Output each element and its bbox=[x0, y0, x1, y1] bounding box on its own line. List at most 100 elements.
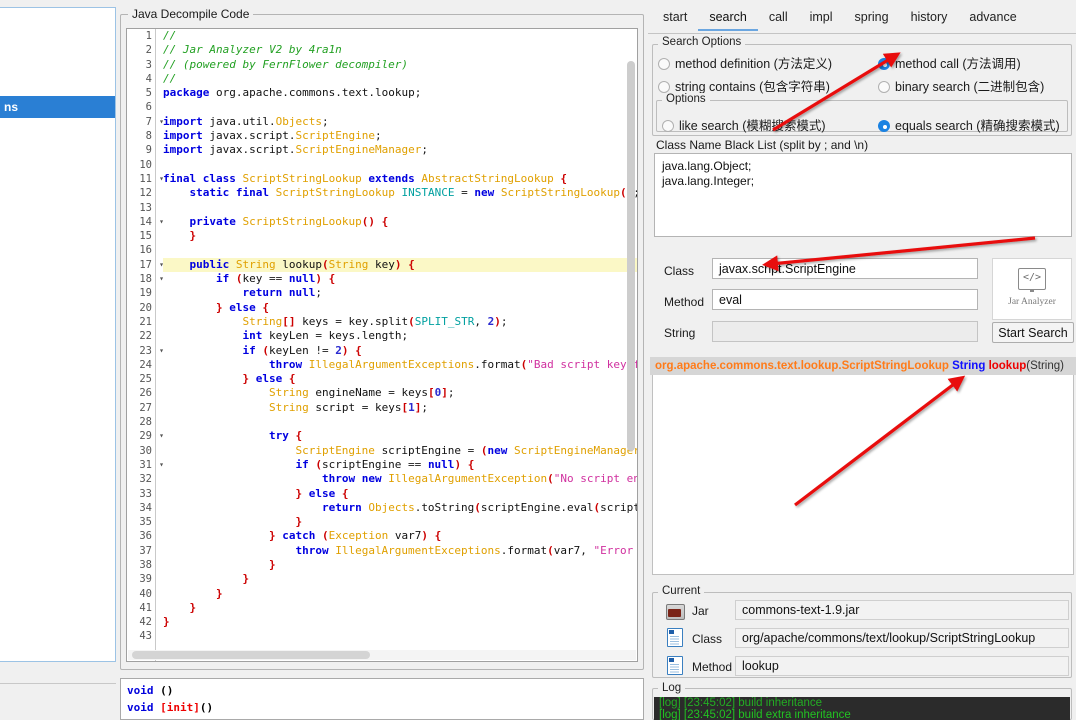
radio-method-call[interactable]: method call (方法调用) bbox=[878, 53, 1021, 72]
method-signature-list[interactable]: void () void [init]() bbox=[120, 678, 644, 720]
radio-label: equals search (精确搜索模式) bbox=[895, 119, 1060, 133]
code-line[interactable]: String script = keys[1]; bbox=[163, 401, 637, 415]
list-item[interactable] bbox=[0, 30, 115, 52]
code-vertical-scroll-thumb[interactable] bbox=[627, 61, 635, 451]
code-line[interactable]: if (keyLen != 2) { bbox=[163, 344, 637, 358]
code-line[interactable]: } catch (Exception var7) { bbox=[163, 529, 637, 543]
code-line[interactable]: throw IllegalArgumentExceptions.format(v… bbox=[163, 544, 637, 558]
log-output[interactable]: [log] [23:45:02] build inheritance [log]… bbox=[654, 697, 1070, 720]
tab-history[interactable]: history bbox=[900, 8, 959, 29]
results-list[interactable] bbox=[652, 375, 1074, 575]
tab-advance[interactable]: advance bbox=[958, 8, 1027, 29]
code-line[interactable]: String engineName = keys[0]; bbox=[163, 386, 637, 400]
code-line[interactable]: } bbox=[163, 558, 637, 572]
code-line[interactable] bbox=[163, 243, 637, 257]
jar-analyzer-label: Jar Analyzer bbox=[1008, 297, 1056, 307]
gutter-line-number: 14 ▾ bbox=[139, 215, 164, 228]
code-line[interactable]: static final ScriptStringLookup INSTANCE… bbox=[163, 186, 638, 200]
gutter-line-number: 36 bbox=[139, 530, 152, 543]
left-sidebar-list[interactable]: ns bbox=[0, 7, 116, 662]
tab-spring[interactable]: spring bbox=[844, 8, 900, 29]
tab-call[interactable]: call bbox=[758, 8, 799, 29]
list-item[interactable] bbox=[0, 118, 115, 140]
code-line[interactable]: } bbox=[163, 515, 637, 529]
code-line[interactable] bbox=[163, 201, 637, 215]
code-line[interactable] bbox=[163, 629, 637, 643]
code-line[interactable]: throw new IllegalArgumentException("No s… bbox=[163, 472, 637, 486]
code-line[interactable]: } else { bbox=[163, 301, 637, 315]
radio-binary-search[interactable]: binary search (二进制包含) bbox=[878, 76, 1044, 95]
code-line[interactable]: // (powered by FernFlower decompiler) bbox=[163, 58, 637, 72]
code-line[interactable]: try { bbox=[163, 429, 637, 443]
current-class-label: Class bbox=[692, 632, 723, 646]
tab-bar[interactable]: start search call impl spring history ad… bbox=[652, 8, 1076, 32]
jar-analyzer-button[interactable]: </> Jar Analyzer bbox=[992, 258, 1072, 320]
code-line[interactable]: return null; bbox=[163, 286, 637, 300]
code-line[interactable]: // bbox=[163, 29, 637, 43]
list-item-selected[interactable]: ns bbox=[0, 96, 115, 118]
code-editor-viewport[interactable]: 1 2 3 4 5 6 7 ▾ 8 9 10 11 ▾ 12 13 14 ▾ 15 16 17 ▾ 18 ▾ 19 20 21 22… bbox=[127, 29, 637, 661]
current-method-value[interactable]: lookup bbox=[735, 656, 1069, 676]
method-field-label: Method bbox=[664, 295, 705, 309]
code-horizontal-scroll-thumb[interactable] bbox=[132, 651, 370, 659]
code-line[interactable]: // bbox=[163, 72, 637, 86]
code-line[interactable]: } else { bbox=[163, 487, 637, 501]
gutter-line-number: 32 bbox=[139, 473, 152, 486]
code-line[interactable]: package org.apache.commons.text.lookup; bbox=[163, 86, 637, 100]
start-search-button[interactable]: Start Search bbox=[992, 322, 1074, 343]
string-input[interactable] bbox=[712, 321, 978, 342]
method-input[interactable]: eval bbox=[712, 289, 978, 310]
radio-equals-search[interactable]: equals search (精确搜索模式) bbox=[878, 115, 1060, 134]
code-line[interactable]: return Objects.toString(scriptEngine.eva… bbox=[163, 501, 637, 515]
code-line[interactable]: String[] keys = key.split(SPLIT_STR, 2); bbox=[163, 315, 637, 329]
current-jar-value[interactable]: commons-text-1.9.jar bbox=[735, 600, 1069, 620]
list-item[interactable] bbox=[0, 74, 115, 96]
list-item[interactable]: void [init]() bbox=[127, 699, 643, 716]
list-item[interactable] bbox=[0, 52, 115, 74]
code-vertical-scrollbar[interactable] bbox=[627, 31, 635, 651]
code-line[interactable] bbox=[163, 158, 637, 172]
code-line[interactable]: import javax.script.ScriptEngine; bbox=[163, 129, 637, 143]
radio-like-search[interactable]: like search (模糊搜索模式) bbox=[662, 115, 826, 134]
code-line[interactable]: import javax.script.ScriptEngineManager; bbox=[163, 143, 637, 157]
search-options-group-title: Search Options bbox=[658, 36, 746, 48]
radio-label: method call (方法调用) bbox=[895, 57, 1021, 71]
code-line[interactable]: import java.util.Objects; bbox=[163, 115, 637, 129]
current-class-value[interactable]: org/apache/commons/text/lookup/ScriptStr… bbox=[735, 628, 1069, 648]
code-content[interactable]: //// Jar Analyzer V2 by 4ra1n// (powered… bbox=[163, 29, 637, 661]
radio-method-definition[interactable]: method definition (方法定义) bbox=[658, 53, 832, 72]
code-line[interactable]: } else { bbox=[163, 372, 637, 386]
code-editor[interactable]: 1 2 3 4 5 6 7 ▾ 8 9 10 11 ▾ 12 13 14 ▾ 15 16 17 ▾ 18 ▾ 19 20 21 22… bbox=[126, 28, 638, 662]
result-row[interactable]: org.apache.commons.text.lookup.ScriptStr… bbox=[650, 357, 1076, 375]
code-line[interactable]: private ScriptStringLookup() { bbox=[163, 215, 637, 229]
code-line[interactable]: } bbox=[163, 229, 637, 243]
code-line[interactable]: } bbox=[163, 587, 637, 601]
result-package: org.apache.commons.text.lookup.ScriptStr… bbox=[655, 360, 949, 372]
code-line[interactable] bbox=[163, 100, 637, 114]
code-line[interactable]: } bbox=[163, 601, 637, 615]
tab-search[interactable]: search bbox=[698, 8, 758, 31]
code-line[interactable]: throw IllegalArgumentExceptions.format("… bbox=[163, 358, 637, 372]
code-line[interactable]: ScriptEngine scriptEngine = (new ScriptE… bbox=[163, 444, 637, 458]
code-line[interactable] bbox=[163, 415, 637, 429]
code-line[interactable]: if (key == null) { bbox=[163, 272, 637, 286]
tab-start[interactable]: start bbox=[652, 8, 698, 29]
string-field-label: String bbox=[664, 326, 696, 340]
gutter-line-number: 24 bbox=[139, 358, 152, 371]
class-input[interactable]: javax.script.ScriptEngine bbox=[712, 258, 978, 279]
blacklist-textarea[interactable]: java.lang.Object; java.lang.Integer; bbox=[654, 153, 1072, 237]
code-line[interactable]: } bbox=[163, 615, 637, 629]
code-line[interactable]: // Jar Analyzer V2 by 4ra1n bbox=[163, 43, 637, 57]
code-line[interactable]: } bbox=[163, 572, 637, 586]
class-field-label: Class bbox=[664, 264, 695, 278]
code-line[interactable]: int keyLen = keys.length; bbox=[163, 329, 637, 343]
gutter-line-number: 5 bbox=[145, 87, 152, 100]
blacklist-line: java.lang.Integer; bbox=[662, 174, 755, 188]
list-item[interactable]: void () bbox=[127, 682, 643, 699]
result-return-type: String bbox=[952, 360, 986, 372]
list-item[interactable] bbox=[0, 8, 115, 30]
code-line[interactable]: public String lookup(String key) { bbox=[163, 257, 637, 273]
tab-impl[interactable]: impl bbox=[799, 8, 844, 29]
code-line[interactable]: final class ScriptStringLookup extends A… bbox=[163, 172, 637, 186]
code-line[interactable]: if (scriptEngine == null) { bbox=[163, 458, 637, 472]
